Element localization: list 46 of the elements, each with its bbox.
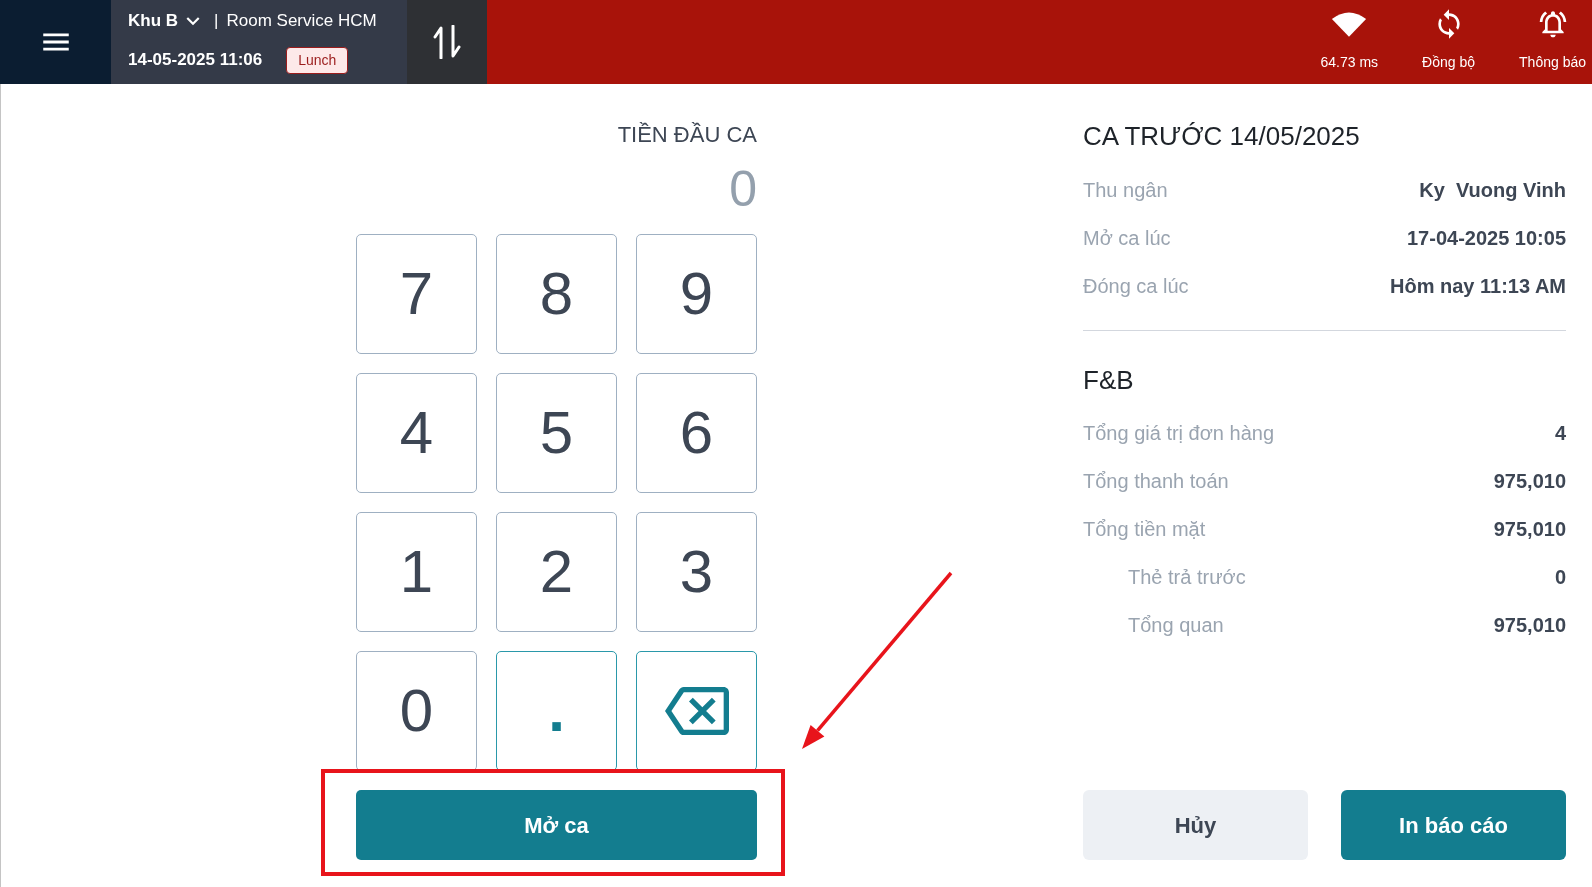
field-value: 17-04-2025 10:05 xyxy=(1407,226,1566,251)
sync-button[interactable]: Đồng bộ xyxy=(1422,0,1476,84)
cancel-button[interactable]: Hủy xyxy=(1083,790,1308,860)
date-time: 14-05-2025 11:06 xyxy=(128,49,263,72)
field-label: Tổng quan xyxy=(1128,613,1224,638)
meal-period-badge: Lunch xyxy=(286,46,349,74)
field-label: Thẻ trả trước xyxy=(1128,565,1246,590)
area-dropdown[interactable]: Khu B xyxy=(128,8,207,34)
field-value: 975,010 xyxy=(1493,517,1566,542)
keypad-key[interactable]: 1 xyxy=(356,512,477,632)
print-report-button[interactable]: In báo cáo xyxy=(1341,790,1566,860)
field-label: Tổng tiền mặt xyxy=(1083,517,1206,542)
keypad-key[interactable]: 5 xyxy=(496,373,617,493)
backspace-key[interactable] xyxy=(636,651,757,771)
keypad-key[interactable]: 9 xyxy=(636,234,757,354)
field-value: 975,010 xyxy=(1493,469,1566,494)
keypad-key[interactable]: 7 xyxy=(356,234,477,354)
field-value: Hôm nay 11:13 AM xyxy=(1390,274,1566,299)
field-label: Tổng giá trị đơn hàng xyxy=(1083,421,1274,446)
latency-indicator[interactable]: 64.73 ms xyxy=(1320,0,1379,84)
notifications-button[interactable]: Thông báo xyxy=(1519,0,1586,84)
menu-button[interactable] xyxy=(0,0,111,84)
field-value: 4 xyxy=(1554,421,1566,446)
separator: | xyxy=(214,10,219,33)
keypad-key[interactable]: 6 xyxy=(636,373,757,493)
swap-button[interactable] xyxy=(407,0,487,84)
field-label: Thu ngân xyxy=(1083,178,1168,203)
field-value: 975,010 xyxy=(1493,613,1566,638)
keypad-key[interactable]: 3 xyxy=(636,512,757,632)
field-value: Ky Vuong Vinh xyxy=(1419,178,1566,203)
field-value: 0 xyxy=(1554,565,1566,590)
opening-cash-title: TIỀN ĐẦU CA xyxy=(616,121,757,149)
keypad-key[interactable]: 0 xyxy=(356,651,477,771)
decimal-key[interactable]: . xyxy=(496,651,617,771)
field-label: Tổng thanh toán xyxy=(1083,469,1229,494)
open-shift-button[interactable]: Mở ca xyxy=(356,790,757,860)
outlet-name: Room Service HCM xyxy=(226,10,377,33)
field-label: Mở ca lúc xyxy=(1083,226,1171,251)
previous-shift-title: CA TRƯỚC 14/05/2025 xyxy=(1083,120,1361,153)
field-label: Đóng ca lúc xyxy=(1083,274,1189,299)
section-title: F&B xyxy=(1083,364,1135,397)
keypad-key[interactable]: 2 xyxy=(496,512,617,632)
keypad-key[interactable]: 4 xyxy=(356,373,477,493)
keypad-key[interactable]: 8 xyxy=(496,234,617,354)
wifi-signal-icon xyxy=(1331,11,1368,37)
opening-cash-amount: 0 xyxy=(728,161,757,217)
